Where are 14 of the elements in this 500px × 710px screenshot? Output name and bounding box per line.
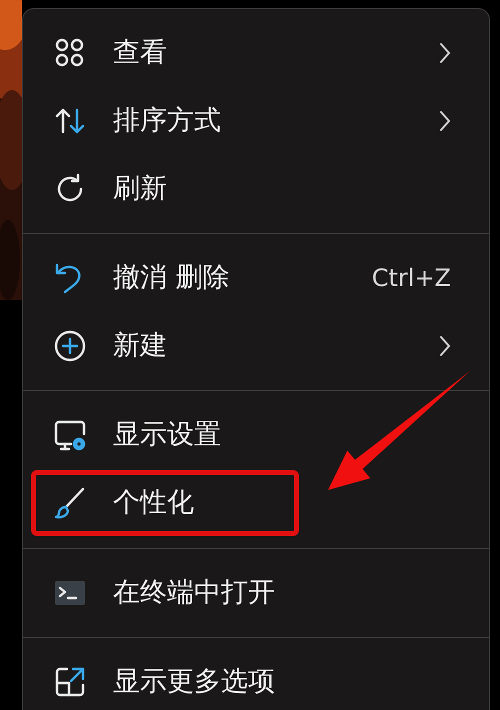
- menu-item[interactable]: 显示设置: [29, 401, 483, 469]
- add-icon: [53, 329, 87, 363]
- expand-icon: [53, 665, 87, 699]
- shortcut-label: Ctrl+Z: [372, 263, 451, 294]
- menu-item[interactable]: 刷新: [29, 155, 483, 223]
- menu-item[interactable]: 新建: [29, 312, 483, 380]
- brush-icon: [53, 486, 87, 520]
- menu-item[interactable]: 撤消 删除 Ctrl+Z: [29, 244, 483, 312]
- menu-item[interactable]: 个性化: [31, 470, 299, 536]
- menu-item[interactable]: 在终端中打开: [29, 559, 483, 627]
- menu-item[interactable]: 显示更多选项: [29, 648, 483, 710]
- menu-item[interactable]: 查看: [29, 19, 483, 87]
- menu-item[interactable]: 排序方式: [29, 87, 483, 155]
- display-settings-icon: [53, 418, 87, 452]
